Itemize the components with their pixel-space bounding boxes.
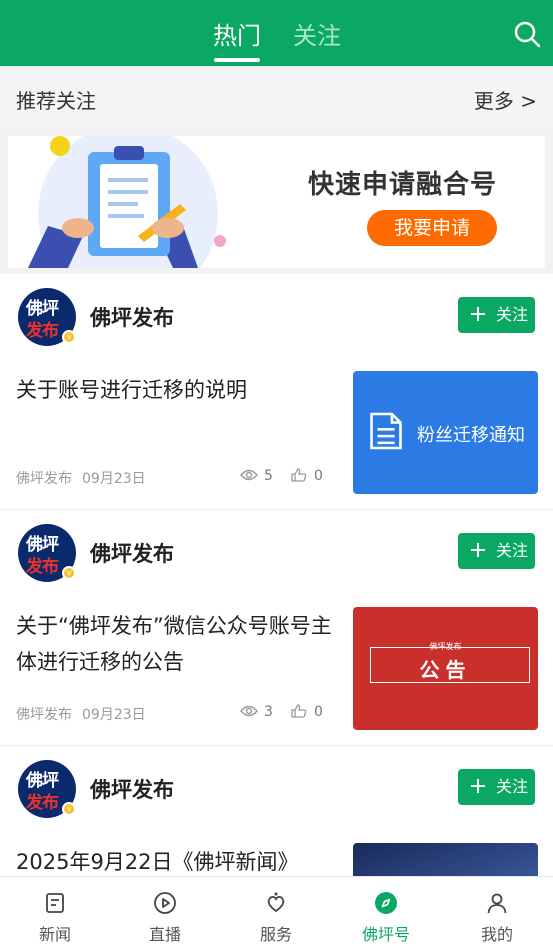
apply-banner[interactable]: 快速申请融合号 我要申请 (8, 136, 545, 268)
post-title[interactable]: 2025年9月22日《佛坪新闻》 (16, 844, 334, 880)
view-count-value: 5 (264, 468, 273, 484)
post-title[interactable]: 关于账号进行迁移的说明 (16, 372, 334, 408)
like-count-value: 0 (314, 704, 323, 720)
eye-icon (240, 469, 258, 481)
plus-icon (471, 307, 485, 321)
view-count: 3 (240, 704, 273, 720)
post-title[interactable]: 关于“佛坪发布”微信公众号账号主体进行迁移的公告 (16, 608, 334, 680)
author-name[interactable]: 佛坪发布 (90, 774, 174, 804)
view-count-value: 3 (264, 704, 273, 720)
search-icon[interactable] (513, 20, 541, 48)
follow-label: 关注 (496, 777, 529, 796)
thumbnail-text: 粉丝迁移通知 (417, 425, 525, 446)
avatar-text-bottom: 发布 (26, 321, 59, 341)
nav-mine[interactable]: 我的 (442, 877, 552, 952)
compass-icon (375, 892, 397, 914)
play-icon (154, 892, 176, 914)
bottom-nav: 新闻 直播 服务 佛坪号 我的 (0, 876, 553, 952)
tab-hot[interactable]: 热门 (213, 16, 261, 51)
news-icon (46, 893, 64, 913)
tab-follow[interactable]: 关注 (293, 16, 341, 51)
nav-live[interactable]: 直播 (110, 877, 220, 952)
thumbnail-big-text: 公告 (419, 658, 472, 682)
verified-badge-icon: v (62, 566, 76, 580)
avatar-text-bottom: 发布 (26, 793, 59, 813)
thumbs-up-icon (291, 704, 307, 718)
post-meta: 佛坪发布 09月23日 (16, 704, 146, 724)
eye-icon (240, 705, 258, 717)
thumbs-up-icon (291, 468, 307, 482)
post-source: 佛坪发布 (16, 471, 72, 487)
like-count-value: 0 (314, 468, 323, 484)
verified-badge-icon: v (62, 802, 76, 816)
nav-label: 新闻 (38, 925, 71, 944)
banner-title: 快速申请融合号 (308, 170, 498, 200)
verified-badge-icon: v (62, 330, 76, 344)
active-tab-indicator (214, 58, 260, 62)
post-thumbnail[interactable]: 粉丝迁移通知 (353, 371, 538, 494)
user-icon (487, 893, 507, 914)
post-thumbnail[interactable]: 佛坪发布 公告 (353, 607, 538, 730)
nav-news[interactable]: 新闻 (0, 877, 110, 952)
view-count: 5 (240, 468, 273, 484)
nav-service[interactable]: 服务 (221, 877, 331, 952)
feed-list: 佛坪 发布 v 佛坪发布 关注 关于账号进行迁移的说明 佛坪发布 09月23日 5… (0, 274, 553, 952)
nav-foping-account[interactable]: 佛坪号 (331, 877, 441, 952)
nav-label: 佛坪号 (361, 925, 410, 944)
nav-label: 直播 (148, 925, 181, 944)
service-icon (267, 892, 285, 913)
post-meta: 佛坪发布 09月23日 (16, 468, 146, 488)
recommend-header: 推荐关注 更多 > (0, 66, 553, 128)
feed-card[interactable]: 佛坪 发布 v 佛坪发布 关注 关于“佛坪发布”微信公众号账号主体进行迁移的公告… (0, 510, 553, 746)
author-name[interactable]: 佛坪发布 (90, 302, 174, 332)
follow-button[interactable]: 关注 (458, 769, 535, 805)
plus-icon (471, 779, 485, 793)
post-date: 09月23日 (82, 471, 146, 487)
follow-label: 关注 (496, 305, 529, 324)
recommend-title: 推荐关注 (16, 89, 96, 113)
like-count[interactable]: 0 (290, 704, 323, 720)
follow-button[interactable]: 关注 (458, 297, 535, 333)
follow-label: 关注 (496, 541, 529, 560)
document-icon (370, 412, 402, 450)
nav-label: 服务 (259, 925, 292, 944)
thumbnail-small-text: 佛坪发布 (429, 642, 462, 651)
like-count[interactable]: 0 (290, 468, 323, 484)
more-link[interactable]: 更多 > (474, 85, 537, 114)
apply-button[interactable]: 我要申请 (367, 210, 497, 246)
top-bar: 热门 关注 (0, 0, 553, 66)
post-date: 09月23日 (82, 707, 146, 723)
follow-button[interactable]: 关注 (458, 533, 535, 569)
author-name[interactable]: 佛坪发布 (90, 538, 174, 568)
avatar-text-bottom: 发布 (26, 557, 59, 577)
clipboard-illustration (28, 136, 226, 268)
nav-label: 我的 (480, 925, 513, 944)
post-source: 佛坪发布 (16, 707, 72, 723)
feed-card[interactable]: 佛坪 发布 v 佛坪发布 关注 关于账号进行迁移的说明 佛坪发布 09月23日 5… (0, 274, 553, 510)
plus-icon (471, 543, 485, 557)
